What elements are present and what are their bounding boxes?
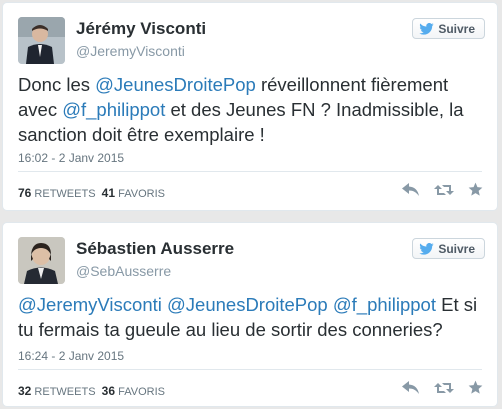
tweet-text: @JeremyVisconti @JeunesDroitePop @f_phil… <box>18 292 488 342</box>
tweet-text: Donc les @JeunesDroitePop réveillonnent … <box>18 72 488 147</box>
avatar[interactable] <box>18 17 65 64</box>
author-handle[interactable]: @JeremyVisconti <box>76 43 185 59</box>
timestamp[interactable]: 16:24 - 2 Janv 2015 <box>18 349 124 363</box>
favorite-count[interactable]: 41 <box>102 186 115 200</box>
favorite-star-icon[interactable] <box>468 380 483 395</box>
tweet-stats: 32 RETWEETS 36 FAVORIS <box>18 384 165 398</box>
follow-button[interactable]: Suivre <box>412 18 485 39</box>
tweet-card: Jérémy Visconti @JeremyVisconti Suivre D… <box>2 2 498 211</box>
avatar[interactable] <box>18 237 65 284</box>
favorite-star-icon[interactable] <box>468 182 483 197</box>
divider <box>18 171 482 172</box>
mention-link[interactable]: @f_philippot <box>333 294 436 315</box>
mention-link[interactable]: @JeremyVisconti <box>18 294 162 315</box>
tweet-actions <box>402 182 483 197</box>
mention-link[interactable]: @f_philippot <box>62 99 165 120</box>
author-name[interactable]: Jérémy Visconti <box>76 19 206 39</box>
reply-icon[interactable] <box>402 380 420 395</box>
retweet-icon[interactable] <box>434 381 454 395</box>
tweet-text-part: Donc les <box>18 74 96 95</box>
divider <box>18 369 482 370</box>
follow-label: Suivre <box>438 21 475 36</box>
retweet-label: RETWEETS <box>34 188 96 200</box>
retweet-count[interactable]: 32 <box>18 384 31 398</box>
retweet-icon[interactable] <box>434 183 454 197</box>
follow-button[interactable]: Suivre <box>412 238 485 259</box>
mention-link[interactable]: @JeunesDroitePop <box>95 74 256 95</box>
reply-icon[interactable] <box>402 182 420 197</box>
author-handle[interactable]: @SebAusserre <box>76 263 171 279</box>
twitter-bird-icon <box>419 22 435 35</box>
favorite-count[interactable]: 36 <box>102 384 115 398</box>
follow-label: Suivre <box>438 241 475 256</box>
tweet-actions <box>402 380 483 395</box>
retweet-label: RETWEETS <box>34 386 96 398</box>
tweet-card: Sébastien Ausserre @SebAusserre Suivre @… <box>2 222 498 407</box>
mention-link[interactable]: @JeunesDroitePop <box>167 294 328 315</box>
favorite-label: FAVORIS <box>118 386 165 398</box>
twitter-bird-icon <box>419 242 435 255</box>
author-name[interactable]: Sébastien Ausserre <box>76 239 234 259</box>
tweet-stats: 76 RETWEETS 41 FAVORIS <box>18 186 165 200</box>
retweet-count[interactable]: 76 <box>18 186 31 200</box>
timestamp[interactable]: 16:02 - 2 Janv 2015 <box>18 151 124 165</box>
favorite-label: FAVORIS <box>118 188 165 200</box>
